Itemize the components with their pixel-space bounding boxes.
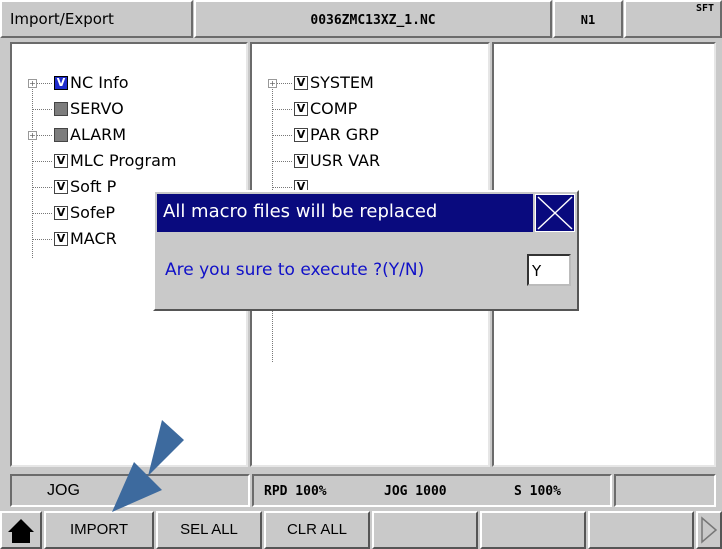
tree-item-label: MLC Program — [70, 151, 177, 170]
rapid-override: RPD 100% — [264, 484, 327, 499]
confirm-input[interactable]: Y — [527, 254, 571, 286]
tree-item-label: PAR GRP — [310, 125, 379, 144]
sft-indicator: SFT — [695, 3, 714, 14]
clear-all-button[interactable]: CLR ALL — [264, 511, 370, 549]
tree-connector — [32, 213, 52, 214]
select-all-button[interactable]: SEL ALL — [156, 511, 262, 549]
checkbox[interactable]: V — [294, 76, 308, 90]
softkey-6[interactable] — [588, 511, 694, 549]
tree-connector — [32, 187, 52, 188]
tree-connector — [32, 161, 52, 162]
expand-icon[interactable]: + — [28, 131, 37, 140]
tree-item-label: Soft P — [70, 177, 117, 196]
home-icon — [8, 519, 34, 543]
checkbox[interactable]: V — [294, 128, 308, 142]
tree-item-label: SYSTEM — [310, 73, 374, 92]
tree-item-label: SofeP — [70, 203, 116, 222]
import-button[interactable]: IMPORT — [44, 511, 154, 549]
tree-item-label: NC Info — [70, 73, 129, 92]
checkbox[interactable]: V — [294, 154, 308, 168]
n-number: N1 — [580, 13, 596, 27]
expand-icon[interactable]: + — [268, 79, 277, 88]
tree-connector — [272, 135, 292, 136]
softkey-5[interactable] — [480, 511, 586, 549]
function-title: Import/Export — [10, 10, 114, 28]
dialog-title-bar: All macro files will be replaced — [157, 194, 533, 232]
next-page-icon — [701, 516, 718, 544]
close-x-icon[interactable] — [535, 194, 575, 232]
confirm-dialog: All macro files will be replaced Are you… — [153, 190, 579, 311]
expand-icon[interactable]: + — [28, 79, 37, 88]
mode-label: JOG — [47, 482, 80, 499]
n-number-cell: N1 — [553, 0, 623, 38]
checkbox[interactable] — [54, 102, 68, 116]
tree-connector — [272, 109, 292, 110]
checkbox[interactable]: V — [54, 154, 68, 168]
clear-all-label: CLR ALL — [286, 521, 348, 538]
tree-item-label: COMP — [310, 99, 358, 118]
import-label: IMPORT — [69, 521, 129, 538]
sft-cell: SFT — [624, 0, 722, 38]
home-button[interactable] — [0, 511, 42, 549]
spindle-override: S 100% — [514, 484, 561, 499]
tree-item-label: ALARM — [70, 125, 127, 144]
dialog-question: Are you sure to execute ?(Y/N) — [165, 260, 425, 280]
jog-rate: JOG 1000 — [384, 484, 447, 499]
checkbox[interactable] — [54, 128, 68, 142]
checkbox[interactable]: V — [54, 180, 68, 194]
status-empty — [614, 474, 716, 507]
function-title-cell: Import/Export — [0, 0, 193, 38]
checkbox[interactable]: V — [54, 76, 68, 90]
softkey-4[interactable] — [372, 511, 478, 549]
program-filename: 0036ZMC13XZ_1.NC — [310, 13, 436, 28]
tree-item-label: SERVO — [70, 99, 124, 118]
tree-item-label: USR VAR — [310, 151, 381, 170]
dialog-title: All macro files will be replaced — [163, 201, 438, 222]
checkbox[interactable]: V — [54, 206, 68, 220]
softkey-bar: IMPORT SEL ALL CLR ALL — [0, 511, 722, 549]
pointer-arrow-icon — [112, 420, 184, 512]
tree-connector — [32, 109, 52, 110]
next-page-button[interactable] — [696, 511, 722, 549]
tree-connector — [272, 187, 292, 188]
tree-connector — [272, 161, 292, 162]
select-all-label: SEL ALL — [180, 521, 238, 538]
checkbox[interactable]: V — [294, 102, 308, 116]
filename-cell: 0036ZMC13XZ_1.NC — [194, 0, 552, 38]
checkbox[interactable]: V — [54, 232, 68, 246]
rates-status: RPD 100% JOG 1000 S 100% — [252, 474, 612, 507]
tree-item-label: MACR — [70, 229, 117, 248]
tree-connector — [32, 239, 52, 240]
title-bar: Import/Export 0036ZMC13XZ_1.NC N1 SFT — [0, 0, 722, 40]
